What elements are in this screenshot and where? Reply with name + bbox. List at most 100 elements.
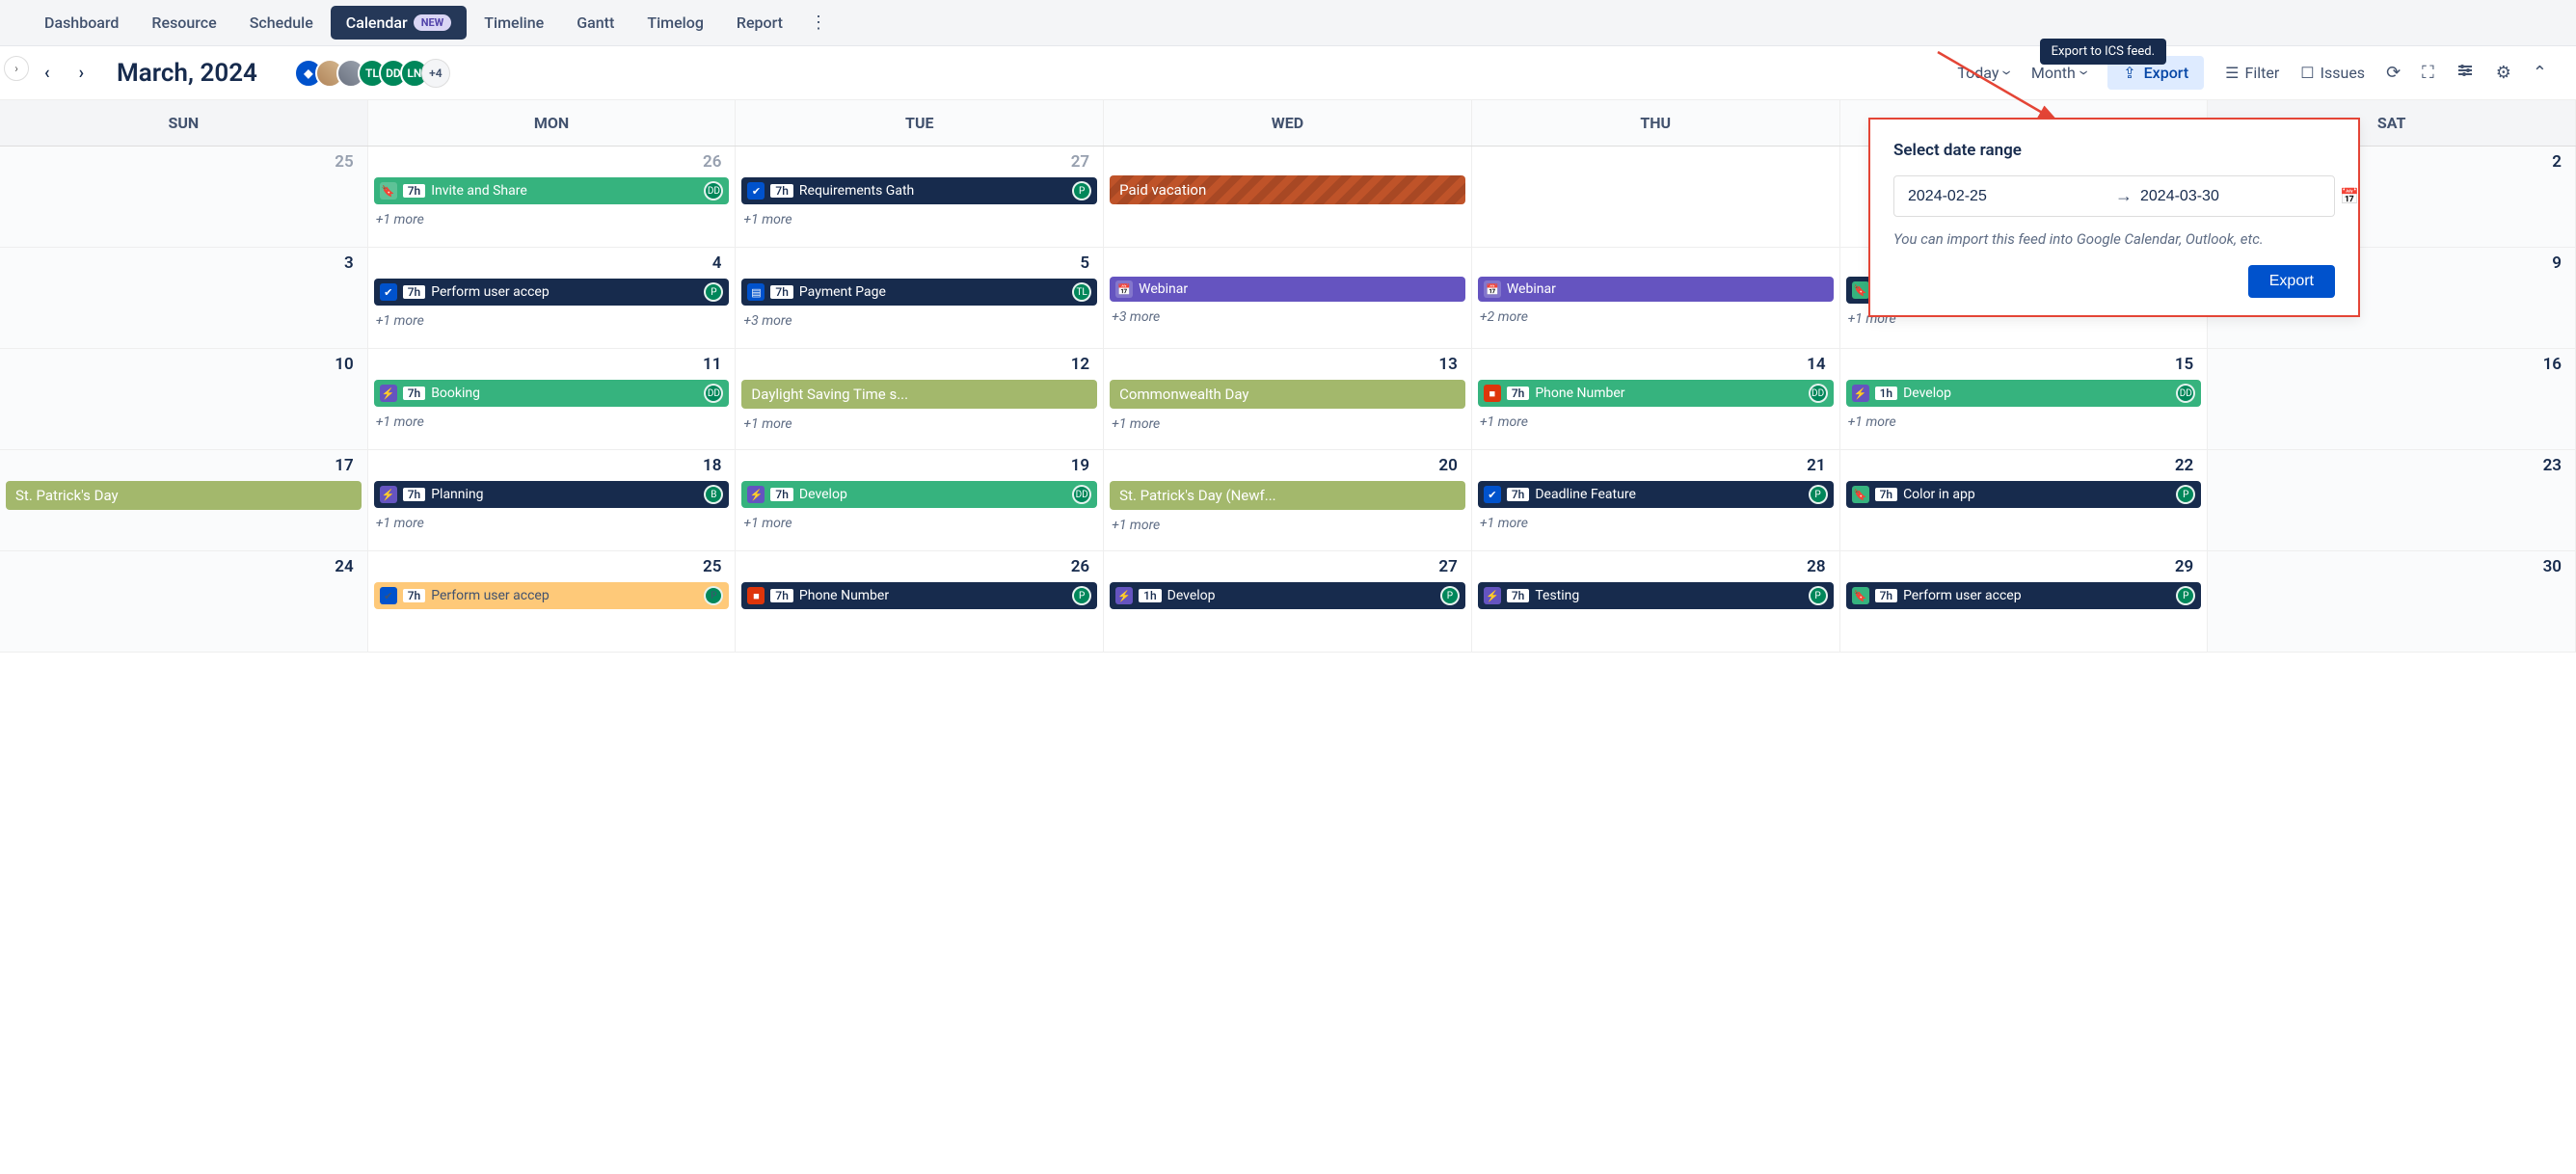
calendar-event[interactable]: ✔7hRequirements GathP bbox=[741, 177, 1097, 204]
tab-calendar[interactable]: Calendar NEW bbox=[331, 6, 468, 40]
calendar-cell[interactable]: 15⚡1hDevelopDD+1 more bbox=[1840, 349, 2209, 450]
more-events-link[interactable]: +1 more bbox=[1110, 512, 1465, 539]
calendar-event[interactable]: 📅Webinar bbox=[1478, 277, 1834, 302]
calendar-cell[interactable]: 16 bbox=[2208, 349, 2576, 450]
more-events-link[interactable]: +1 more bbox=[741, 510, 1097, 537]
calendar-event[interactable]: 🔖7hInvite and ShareDD bbox=[374, 177, 730, 204]
popover-export-button[interactable]: Export bbox=[2248, 265, 2335, 298]
issues-button[interactable]: ☐ Issues bbox=[2300, 64, 2365, 82]
calendar-cell[interactable]: 26🔖7hInvite and ShareDD+1 more bbox=[368, 147, 737, 248]
calendar-event[interactable]: 🔖7hColor in appP bbox=[1846, 481, 2202, 508]
calendar-event[interactable]: St. Patrick's Day (Newf... bbox=[1110, 481, 1465, 510]
calendar-cell[interactable]: 21✔7hDeadline FeatureP+1 more bbox=[1472, 450, 1840, 551]
calendar-cell[interactable]: 14■7hPhone NumberDD+1 more bbox=[1472, 349, 1840, 450]
calendar-event[interactable]: Daylight Saving Time s... bbox=[741, 380, 1097, 409]
avatar-more[interactable]: +4 bbox=[421, 59, 450, 88]
filter-button[interactable]: ☰ Filter bbox=[2225, 64, 2279, 82]
more-events-link[interactable]: +1 more bbox=[1846, 409, 2202, 436]
fullscreen-icon[interactable]: ⛶ bbox=[2422, 63, 2434, 83]
more-events-link[interactable]: +1 more bbox=[741, 411, 1097, 438]
calendar-cell[interactable]: 25 bbox=[0, 147, 368, 248]
calendar-event[interactable]: ■7hPhone NumberP bbox=[741, 582, 1097, 609]
more-events-link[interactable]: +1 more bbox=[374, 510, 730, 537]
calendar-event[interactable]: ⚡7hDevelopDD bbox=[741, 481, 1097, 508]
gear-icon[interactable]: ⚙ bbox=[2496, 63, 2511, 83]
tabs-bar: Dashboard Resource Schedule Calendar NEW… bbox=[0, 0, 2576, 46]
calendar-cell[interactable]: 20St. Patrick's Day (Newf...+1 more bbox=[1104, 450, 1472, 551]
calendar-cell[interactable]: 26■7hPhone NumberP bbox=[736, 551, 1104, 653]
calendar-cell[interactable]: 11⚡7hBookingDD+1 more bbox=[368, 349, 737, 450]
refresh-icon[interactable]: ⟳ bbox=[2386, 63, 2401, 83]
next-month-button[interactable]: › bbox=[73, 59, 90, 87]
calendar-event[interactable]: 📅Webinar bbox=[1110, 277, 1465, 302]
calendar-cell[interactable]: Paid vacation bbox=[1104, 147, 1472, 248]
calendar-event[interactable]: ⚡1hDevelopDD bbox=[1846, 380, 2202, 407]
calendar-cell[interactable]: 📅Webinar+3 more bbox=[1104, 248, 1472, 349]
more-events-link[interactable]: +3 more bbox=[1110, 304, 1465, 331]
calendar-event[interactable]: ✔7hPerform user accepP bbox=[374, 279, 730, 306]
more-events-link[interactable]: +1 more bbox=[374, 409, 730, 436]
calendar-cell[interactable]: 5▤7hPayment PageTL+3 more bbox=[736, 248, 1104, 349]
settings-sliders-icon[interactable] bbox=[2455, 61, 2475, 85]
tab-timelog[interactable]: Timelog bbox=[631, 6, 719, 40]
more-events-link[interactable]: +1 more bbox=[741, 206, 1097, 233]
calendar-cell[interactable]: 22🔖7hColor in appP bbox=[1840, 450, 2209, 551]
calendar-event[interactable]: ✔7hPerform user accepP bbox=[374, 582, 730, 609]
today-dropdown[interactable]: Today bbox=[1957, 63, 2009, 83]
tabs-overflow-menu[interactable]: ⋮ bbox=[800, 7, 837, 39]
calendar-cell[interactable]: 4✔7hPerform user accepP+1 more bbox=[368, 248, 737, 349]
assignee-avatar: DD bbox=[704, 384, 723, 403]
calendar-event[interactable]: ▤7hPayment PageTL bbox=[741, 279, 1097, 306]
more-events-link[interactable]: +2 more bbox=[1478, 304, 1834, 331]
calendar-cell[interactable]: 25✔7hPerform user accepP bbox=[368, 551, 737, 653]
calendar-cell[interactable]: 29🔖7hPerform user accepP bbox=[1840, 551, 2209, 653]
calendar-icon[interactable]: 📅 bbox=[2340, 187, 2359, 205]
tab-report[interactable]: Report bbox=[721, 6, 798, 40]
tab-gantt[interactable]: Gantt bbox=[561, 6, 630, 40]
calendar-event[interactable]: ⚡1hDevelopP bbox=[1110, 582, 1465, 609]
tab-schedule[interactable]: Schedule bbox=[234, 6, 329, 40]
calendar-event[interactable]: ⚡7hBookingDD bbox=[374, 380, 730, 407]
calendar-event[interactable]: 🔖7hPerform user accepP bbox=[1846, 582, 2202, 609]
calendar-event[interactable]: ■7hPhone NumberDD bbox=[1478, 380, 1834, 407]
calendar-cell[interactable]: 27⚡1hDevelopP bbox=[1104, 551, 1472, 653]
calendar-cell[interactable]: 12Daylight Saving Time s...+1 more bbox=[736, 349, 1104, 450]
more-events-link[interactable]: +1 more bbox=[374, 307, 730, 334]
date-from-input[interactable] bbox=[1908, 188, 2107, 205]
event-title: Deadline Feature bbox=[1535, 487, 1802, 502]
sidebar-expand-chip[interactable]: › bbox=[4, 56, 29, 81]
calendar-cell[interactable]: 13Commonwealth Day+1 more bbox=[1104, 349, 1472, 450]
calendar-event[interactable]: ⚡7hPlanningB bbox=[374, 481, 730, 508]
view-dropdown[interactable]: Month bbox=[2031, 63, 2086, 83]
calendar-cell[interactable]: 27✔7hRequirements GathP+1 more bbox=[736, 147, 1104, 248]
more-events-link[interactable]: +1 more bbox=[1478, 510, 1834, 537]
calendar-event[interactable]: ⚡7hTestingP bbox=[1478, 582, 1834, 609]
calendar-cell[interactable]: 10 bbox=[0, 349, 368, 450]
tab-calendar-label: Calendar bbox=[346, 13, 408, 32]
calendar-cell[interactable]: 19⚡7hDevelopDD+1 more bbox=[736, 450, 1104, 551]
calendar-cell[interactable] bbox=[1472, 147, 1840, 248]
collapse-chevron-icon[interactable]: ⌃ bbox=[2533, 63, 2547, 83]
calendar-cell[interactable]: 24 bbox=[0, 551, 368, 653]
more-events-link[interactable]: +1 more bbox=[1110, 411, 1465, 438]
tab-dashboard[interactable]: Dashboard bbox=[29, 6, 134, 40]
more-events-link[interactable]: +1 more bbox=[374, 206, 730, 233]
calendar-event[interactable]: Paid vacation bbox=[1110, 175, 1465, 204]
calendar-cell[interactable]: 3 bbox=[0, 248, 368, 349]
tab-timeline[interactable]: Timeline bbox=[469, 6, 559, 40]
date-to-input[interactable] bbox=[2140, 188, 2340, 205]
calendar-cell[interactable]: 18⚡7hPlanningB+1 more bbox=[368, 450, 737, 551]
prev-month-button[interactable]: ‹ bbox=[39, 59, 56, 87]
calendar-cell[interactable]: 30 bbox=[2208, 551, 2576, 653]
calendar-event[interactable]: ✔7hDeadline FeatureP bbox=[1478, 481, 1834, 508]
calendar-event[interactable]: Commonwealth Day bbox=[1110, 380, 1465, 409]
calendar-cell[interactable]: 23 bbox=[2208, 450, 2576, 551]
calendar-event[interactable]: St. Patrick's Day bbox=[6, 481, 362, 510]
date-range-input[interactable]: → 📅 bbox=[1893, 175, 2335, 217]
calendar-cell[interactable]: 17St. Patrick's Day bbox=[0, 450, 368, 551]
calendar-cell[interactable]: 28⚡7hTestingP bbox=[1472, 551, 1840, 653]
more-events-link[interactable]: +3 more bbox=[741, 307, 1097, 334]
more-events-link[interactable]: +1 more bbox=[1478, 409, 1834, 436]
calendar-cell[interactable]: 📅Webinar+2 more bbox=[1472, 248, 1840, 349]
tab-resource[interactable]: Resource bbox=[136, 6, 231, 40]
